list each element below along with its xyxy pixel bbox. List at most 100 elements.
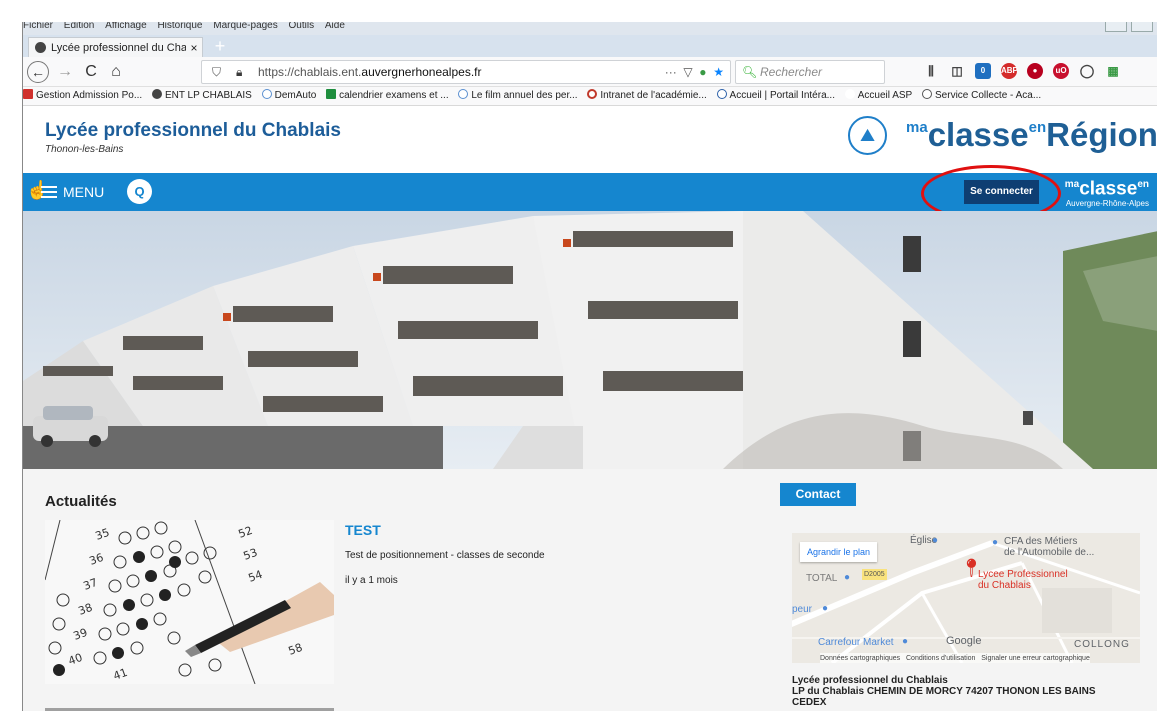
map-label-carrefour: Carrefour Market xyxy=(818,637,894,648)
menu-history[interactable]: Historique xyxy=(157,22,202,31)
main-content: Actualités 35 36 37 38 39 40 41 52 53 54… xyxy=(23,469,1157,711)
screenshot-frame: Fichier Edition Affichage Historique Mar… xyxy=(0,0,1160,711)
school-address: Lycée professionnel du Chablais LP du Ch… xyxy=(792,675,1096,708)
region-logo-icon[interactable]: ⛰ xyxy=(848,116,887,155)
hamburger-menu-icon[interactable] xyxy=(41,186,57,198)
minimize-button[interactable] xyxy=(1105,22,1127,32)
address-cedex: CEDEX xyxy=(792,697,827,708)
mini-region: Auvergne-Rhône-Alpes xyxy=(1065,199,1149,209)
map-label-lycee: Lycee Professionnel xyxy=(978,569,1068,580)
site-title[interactable]: Lycée professionnel du Chablais xyxy=(45,120,341,142)
mini-en: en xyxy=(1137,179,1149,190)
bookmark-item[interactable]: DemAuto xyxy=(261,87,317,105)
map-enlarge-button[interactable]: Agrandir le plan xyxy=(800,542,878,562)
sidebar-icon[interactable]: ◫ xyxy=(949,63,965,79)
pocket-icon[interactable]: ▽ xyxy=(680,65,696,79)
bookmark-item[interactable]: Intranet de l'académie... xyxy=(587,87,707,105)
bookmark-label: ENT LP CHABLAIS xyxy=(164,90,252,101)
map-pin-icon: ● xyxy=(932,535,939,546)
bookmark-star-icon[interactable]: ★ xyxy=(713,65,724,79)
new-tab-button[interactable]: + xyxy=(211,37,229,55)
map-road-label: D2005 xyxy=(862,569,887,580)
reload-icon[interactable]: C xyxy=(80,61,102,83)
search-bar[interactable]: 🔍︎ Rechercher xyxy=(735,60,885,84)
account-icon[interactable]: ◯ xyxy=(1079,63,1095,79)
menu-tools[interactable]: Outils xyxy=(289,22,315,31)
maximize-button[interactable] xyxy=(1131,22,1153,32)
url-prefix: https://chablais.ent. xyxy=(258,65,362,79)
browser-window: Fichier Edition Affichage Historique Mar… xyxy=(22,22,1157,711)
bookmark-item[interactable]: Le film annuel des per... xyxy=(458,87,578,105)
news-item-description: Test de positionnement - classes de seco… xyxy=(345,550,545,561)
news-item-title[interactable]: TEST xyxy=(345,522,381,538)
region-mini-logo[interactable]: maclasseen Auvergne-Rhône-Alpes xyxy=(1065,175,1149,209)
logo-classe: classe xyxy=(927,116,1029,153)
site-subtitle: Thonon-les-Bains xyxy=(45,144,124,155)
menu-bookmarks[interactable]: Marque-pages xyxy=(213,22,277,31)
site-header: Lycée professionnel du Chablais Thonon-l… xyxy=(23,106,1157,173)
map-label-cfa: CFA des Métiers xyxy=(1004,536,1078,547)
news-item-date: il y a 1 mois xyxy=(345,575,398,586)
bookmark-item[interactable]: Gestion Admission Po... xyxy=(23,87,142,105)
adblock-icon[interactable]: ABP xyxy=(1001,63,1018,79)
search-placeholder: Rechercher xyxy=(760,65,823,79)
mini-ma: ma xyxy=(1064,179,1080,190)
ublock-origin-icon[interactable]: uO xyxy=(1053,63,1069,79)
map-label-peur: peur xyxy=(792,604,813,615)
bookmark-label: DemAuto xyxy=(274,90,317,101)
logo-ma: ma xyxy=(906,119,928,136)
map-label-collong: COLLONG xyxy=(1074,639,1130,650)
logo-en: en xyxy=(1028,119,1047,136)
bookmark-favicon-icon xyxy=(23,89,33,99)
bookmark-item[interactable]: Accueil | Portail Intéra... xyxy=(716,87,835,105)
map-footer-links[interactable]: Données cartographiques Conditions d'uti… xyxy=(820,653,1090,663)
bookmark-favicon-icon xyxy=(844,89,855,99)
bookmark-label: Accueil | Portail Intéra... xyxy=(729,90,835,101)
menu-help[interactable]: Aide xyxy=(325,22,345,31)
menu-view[interactable]: Affichage xyxy=(105,22,147,31)
extension-icon[interactable]: ● xyxy=(699,65,710,79)
forward-arrow-icon[interactable]: → xyxy=(54,61,76,83)
page-actions-icon[interactable]: ··· xyxy=(665,65,677,79)
extension-badge-icon[interactable]: 0 xyxy=(975,63,991,79)
tab-active[interactable]: Lycée professionnel du Chabla × xyxy=(28,37,203,57)
extension-puzzle-icon[interactable]: ▦ xyxy=(1105,63,1121,79)
menu-file[interactable]: Fichier xyxy=(23,22,53,31)
bookmark-label: Le film annuel des per... xyxy=(471,90,578,101)
bookmark-item[interactable]: ENT LP CHABLAIS xyxy=(151,87,252,105)
home-icon[interactable]: ⌂ xyxy=(105,61,127,83)
bookmark-item[interactable]: Service Collecte - Aca... xyxy=(922,87,1041,105)
map-label-lycee-2: du Chablais xyxy=(978,580,1031,591)
answer-sheet-image: 35 36 37 38 39 40 41 52 53 54 58 xyxy=(45,520,334,684)
bookmark-label: Accueil ASP xyxy=(857,90,913,101)
library-icon[interactable]: ⫼ xyxy=(923,63,939,79)
address-name: Lycée professionnel du Chablais xyxy=(792,675,948,686)
back-arrow-icon[interactable]: ← xyxy=(27,61,49,83)
tab-strip: Lycée professionnel du Chabla × + xyxy=(23,35,1157,57)
google-logo: Google xyxy=(946,635,982,647)
url-bar[interactable]: ⛉ 🔒︎ https://chablais.ent.auvergnerhonea… xyxy=(201,60,731,84)
address-line: LP du Chablais CHEMIN DE MORCY 74207 THO… xyxy=(792,686,1096,697)
bookmark-favicon-icon xyxy=(458,89,469,99)
map-label-total: TOTAL xyxy=(806,573,838,584)
tab-title: Lycée professionnel du Chabla xyxy=(51,41,186,54)
bookmark-label: Gestion Admission Po... xyxy=(36,90,143,101)
menu-edit[interactable]: Edition xyxy=(64,22,95,31)
bookmark-item[interactable]: calendrier examens et ... xyxy=(326,87,449,105)
site-search-icon[interactable]: Q xyxy=(127,179,152,204)
bookmark-label: Service Collecte - Aca... xyxy=(935,90,1042,101)
bookmark-item[interactable]: Accueil ASP xyxy=(844,87,913,105)
close-icon[interactable]: × xyxy=(186,41,202,55)
bookmarks-bar: Gestion Admission Po... ENT LP CHABLAIS … xyxy=(23,87,1157,106)
window-controls xyxy=(1105,22,1153,32)
news-thumbnail[interactable]: 35 36 37 38 39 40 41 52 53 54 58 xyxy=(45,520,334,684)
bookmark-favicon-icon xyxy=(151,89,162,99)
map-pin-icon: ● xyxy=(902,636,909,647)
ublock-icon[interactable]: ● xyxy=(1027,63,1043,79)
menu-button-label[interactable]: MENU xyxy=(63,184,104,200)
region-logo-text[interactable]: maclasseenRégion xyxy=(906,116,1157,154)
toolbar-icons: ⫼ ◫ 0 ABP ● uO ◯ ▦ xyxy=(923,63,1121,79)
map-pin-icon: ● xyxy=(822,603,829,614)
google-map[interactable]: Agrandir le plan Église ● ● CFA des Méti… xyxy=(792,533,1140,663)
url-actions[interactable]: ··· ▽ ● ★ xyxy=(665,61,724,83)
